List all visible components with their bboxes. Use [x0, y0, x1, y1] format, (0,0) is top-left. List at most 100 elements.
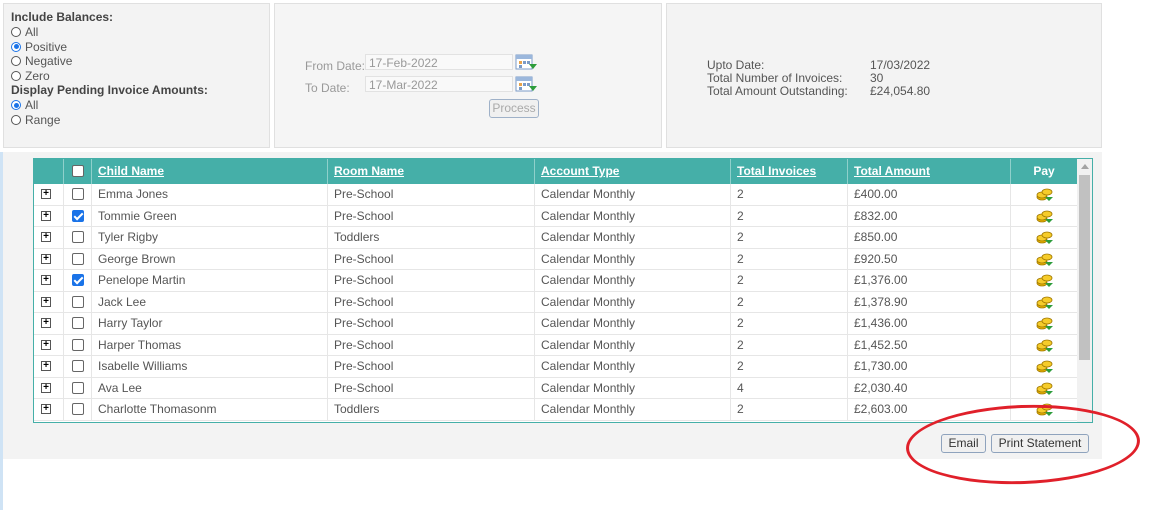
pending-option[interactable]: All	[11, 98, 262, 113]
pay-cell[interactable]	[1010, 334, 1077, 356]
child-name-cell: Tommie Green	[91, 205, 327, 227]
select-cell[interactable]	[63, 356, 91, 377]
row-select-checkbox[interactable]	[72, 274, 84, 286]
expand-cell[interactable]: +	[34, 249, 63, 270]
table-row[interactable]: + Charlotte Thomasonm Toddlers Calendar Mon…	[34, 399, 1077, 421]
pay-cell[interactable]	[1010, 205, 1077, 227]
table-row[interactable]: + Tyler Rigby Toddlers Calendar Monthly 2 £85…	[34, 227, 1077, 249]
balance-radio[interactable]	[11, 56, 21, 67]
expand-cell[interactable]: +	[34, 184, 63, 205]
from-date-label: From Date:	[305, 59, 366, 73]
row-select-checkbox[interactable]	[72, 360, 84, 372]
to-date-input[interactable]: 17-Mar-2022	[365, 76, 513, 92]
pay-cell[interactable]	[1010, 227, 1077, 248]
header-child-name[interactable]: Child Name	[91, 159, 327, 184]
select-cell[interactable]	[63, 334, 91, 356]
child-name-cell: Isabelle Williams	[91, 356, 327, 377]
row-select-checkbox[interactable]	[72, 188, 84, 200]
expand-plus-icon[interactable]: +	[41, 404, 51, 414]
balance-option[interactable]: Zero	[11, 69, 262, 84]
expand-cell[interactable]: +	[34, 399, 63, 420]
select-cell[interactable]	[63, 377, 91, 399]
header-total-amount[interactable]: Total Amount	[847, 159, 1010, 184]
select-cell[interactable]	[63, 205, 91, 227]
row-select-checkbox[interactable]	[72, 338, 84, 351]
balance-option[interactable]: All	[11, 25, 262, 40]
balance-radio[interactable]	[11, 70, 21, 81]
table-row[interactable]: + Penelope Martin Pre-School Calendar Month…	[34, 270, 1077, 292]
scrollbar-thumb[interactable]	[1079, 175, 1090, 360]
grid-scrollbar[interactable]	[1077, 159, 1092, 422]
expand-plus-icon[interactable]: +	[41, 189, 51, 199]
expand-plus-icon[interactable]: +	[41, 232, 51, 242]
expand-plus-icon[interactable]: +	[41, 339, 51, 350]
room-name-cell: Pre-School	[327, 313, 534, 334]
row-select-checkbox[interactable]	[72, 317, 84, 329]
expand-cell[interactable]: +	[34, 270, 63, 291]
calendar-icon[interactable]	[515, 54, 537, 70]
table-row[interactable]: + George Brown Pre-School Calendar Monthly 2…	[34, 248, 1077, 270]
pay-cell[interactable]	[1010, 248, 1077, 270]
select-cell[interactable]	[63, 227, 91, 248]
table-row[interactable]: + Harry Taylor Pre-School Calendar Monthly 2…	[34, 313, 1077, 335]
table-row[interactable]: + Harper Thomas Pre-School Calendar Monthly…	[34, 334, 1077, 356]
row-select-checkbox[interactable]	[72, 209, 84, 222]
expand-plus-icon[interactable]: +	[41, 382, 51, 393]
select-cell[interactable]	[63, 291, 91, 313]
pending-option[interactable]: Range	[11, 113, 262, 128]
total-invoices-cell: 4	[730, 377, 847, 399]
expand-plus-icon[interactable]: +	[41, 361, 51, 371]
pay-cell[interactable]	[1010, 291, 1077, 313]
select-all-checkbox[interactable]	[72, 165, 84, 177]
balance-option[interactable]: Negative	[11, 54, 262, 69]
table-row[interactable]: + Jack Lee Pre-School Calendar Monthly 2 £1,3…	[34, 291, 1077, 313]
select-cell[interactable]	[63, 270, 91, 291]
table-row[interactable]: + Tommie Green Pre-School Calendar Monthly 2…	[34, 205, 1077, 227]
header-room-name[interactable]: Room Name	[327, 159, 534, 184]
table-row[interactable]: + Ava Lee Pre-School Calendar Monthly 4 £2,03…	[34, 377, 1077, 399]
expand-plus-icon[interactable]: +	[41, 318, 51, 328]
pay-cell[interactable]	[1010, 399, 1077, 420]
pay-cell[interactable]	[1010, 313, 1077, 334]
expand-plus-icon[interactable]: +	[41, 210, 51, 221]
header-total-invoices[interactable]: Total Invoices	[730, 159, 847, 184]
row-select-checkbox[interactable]	[72, 381, 84, 394]
expand-cell[interactable]: +	[34, 378, 63, 399]
header-account-type[interactable]: Account Type	[534, 159, 730, 184]
row-select-checkbox[interactable]	[72, 403, 84, 415]
select-cell[interactable]	[63, 399, 91, 420]
expand-cell[interactable]: +	[34, 227, 63, 248]
expand-plus-icon[interactable]: +	[41, 253, 51, 264]
print-statement-button[interactable]: Print Statement	[991, 434, 1089, 453]
balance-radio[interactable]	[11, 27, 21, 38]
row-select-checkbox[interactable]	[72, 231, 84, 243]
expand-plus-icon[interactable]: +	[41, 296, 51, 307]
select-cell[interactable]	[63, 248, 91, 270]
expand-cell[interactable]: +	[34, 335, 63, 356]
calendar-icon[interactable]	[515, 76, 537, 92]
email-button[interactable]: Email	[941, 434, 986, 453]
row-select-checkbox[interactable]	[72, 295, 84, 308]
row-select-checkbox[interactable]	[72, 252, 84, 265]
select-cell[interactable]	[63, 184, 91, 205]
expand-cell[interactable]: +	[34, 356, 63, 377]
balance-option[interactable]: Positive	[11, 40, 262, 55]
scroll-up-arrow-icon[interactable]	[1081, 164, 1089, 169]
pay-cell[interactable]	[1010, 270, 1077, 291]
pay-cell[interactable]	[1010, 356, 1077, 377]
table-row[interactable]: + Emma Jones Pre-School Calendar Monthly 2 £4…	[34, 184, 1077, 206]
table-row[interactable]: + Isabelle Williams Pre-School Calendar Mon…	[34, 356, 1077, 378]
pending-radio[interactable]	[11, 100, 21, 111]
expand-cell[interactable]: +	[34, 313, 63, 334]
pay-cell[interactable]	[1010, 184, 1077, 205]
process-button[interactable]: Process	[489, 99, 539, 118]
pending-radio[interactable]	[11, 114, 21, 125]
expand-cell[interactable]: +	[34, 206, 63, 227]
balance-radio[interactable]	[11, 41, 21, 52]
from-date-input[interactable]: 17-Feb-2022	[365, 54, 513, 70]
pay-cell[interactable]	[1010, 377, 1077, 399]
select-cell[interactable]	[63, 313, 91, 334]
coins-pay-icon[interactable]	[1036, 401, 1054, 424]
expand-cell[interactable]: +	[34, 292, 63, 313]
expand-plus-icon[interactable]: +	[41, 275, 51, 285]
